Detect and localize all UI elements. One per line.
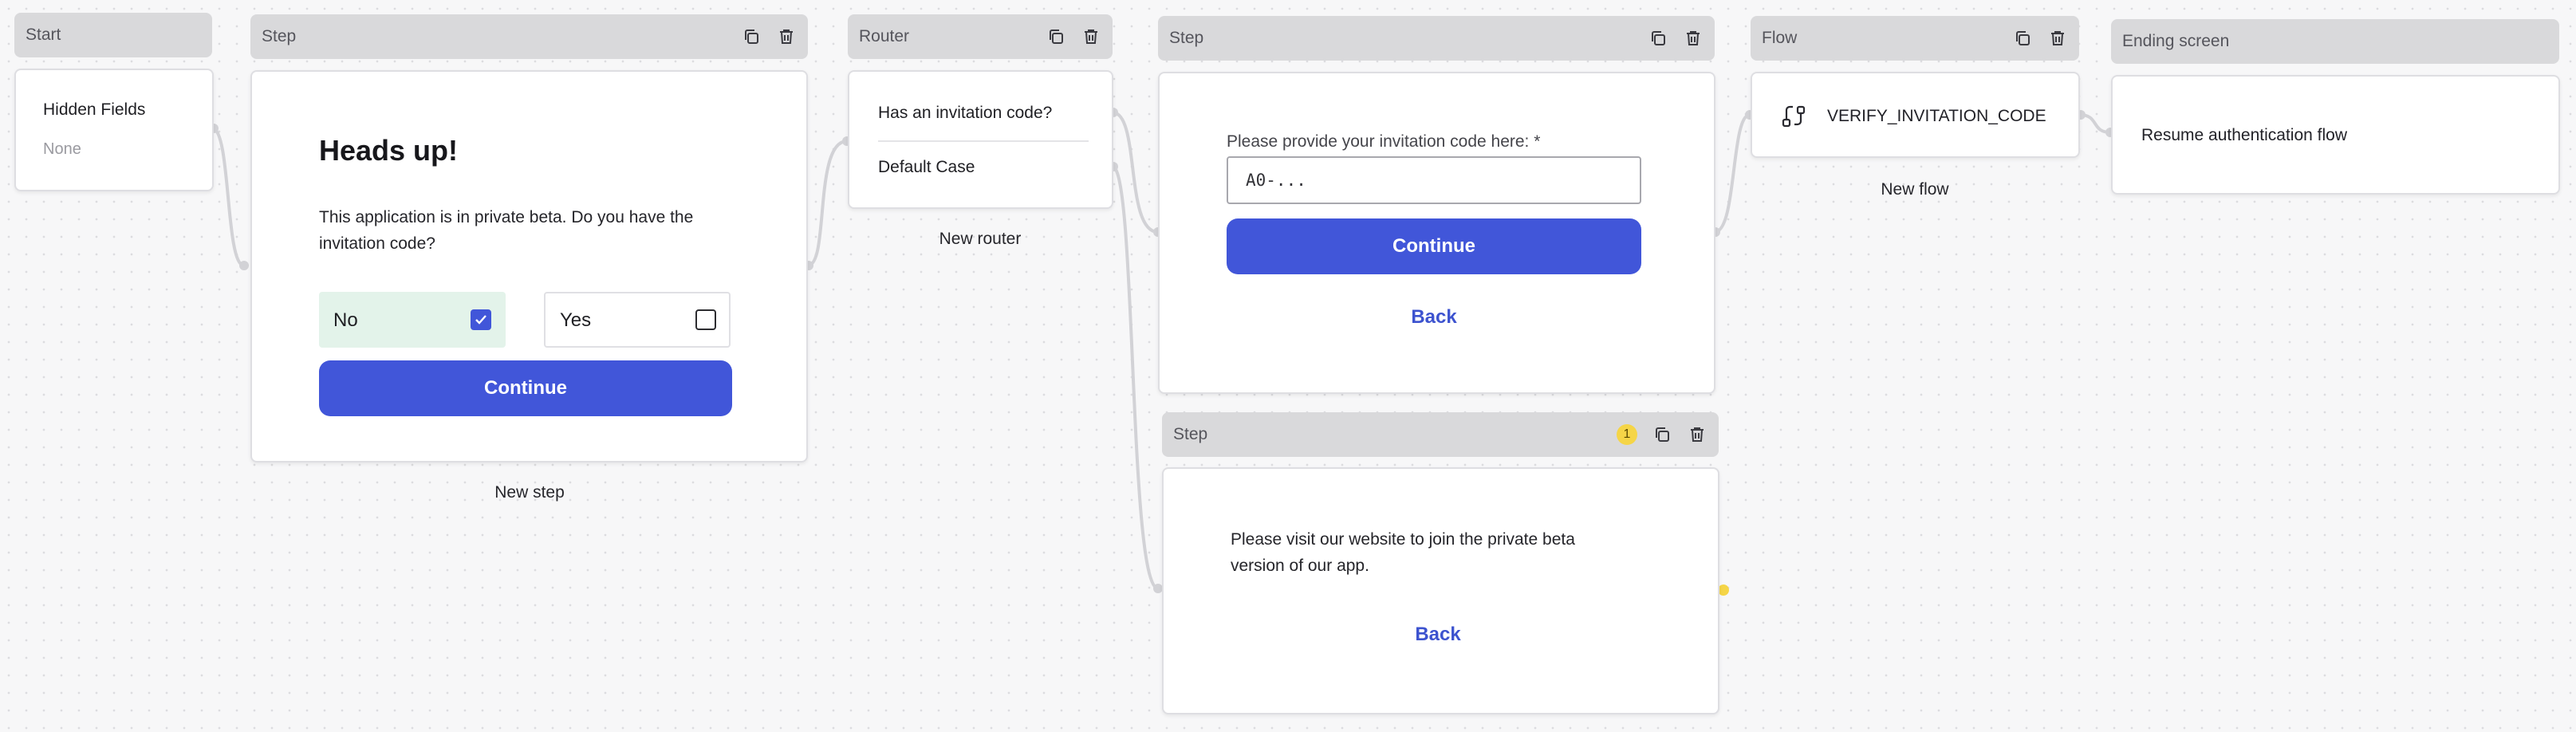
option-no-label: No [333,309,358,331]
step1-continue-button[interactable]: Continue [319,360,732,416]
step3-title: Step [1173,425,1208,443]
step2-header[interactable]: Step [1158,16,1715,61]
hidden-fields-value: None [43,140,81,158]
delete-icon[interactable] [1683,28,1704,49]
step3-body: Please visit our website to join the pri… [1231,530,1575,575]
checkmark-icon [475,315,486,325]
flow-name: VERIFY_INVITATION_CODE [1827,107,2046,125]
step2-title: Step [1169,29,1204,47]
invitation-code-label: Please provide your invitation code here… [1227,132,1541,151]
duplicate-icon[interactable] [741,26,762,47]
router-card[interactable]: Has an invitation code? Default Case [848,70,1113,209]
warning-badge[interactable]: 1 [1617,424,1637,445]
step1-card[interactable]: Heads up! This application is in private… [250,70,808,462]
flow-title: Flow [1762,29,1798,47]
step1-title: Step [262,27,297,45]
step1-header[interactable]: Step [250,14,808,59]
flow-caption: New flow [1881,180,1949,199]
step1-body: This application is in private beta. Do … [319,208,694,253]
delete-icon[interactable] [1081,26,1101,47]
start-node-header[interactable]: Start [14,13,212,57]
invitation-code-placeholder: A0-... [1246,171,1306,190]
option-no-checkbox-checked[interactable] [471,309,491,330]
step2-continue-button[interactable]: Continue [1227,218,1641,274]
step3-header[interactable]: Step 1 [1162,412,1719,457]
router-default-case[interactable]: Default Case [878,158,975,177]
step3-card[interactable]: Please visit our website to join the pri… [1162,467,1719,714]
flow-card[interactable]: VERIFY_INVITATION_CODE [1751,72,2080,158]
duplicate-icon[interactable] [1652,424,1672,445]
flow-icon [1781,104,1806,133]
ending-card[interactable]: Resume authentication flow [2111,75,2560,195]
duplicate-icon[interactable] [2012,28,2033,49]
option-yes[interactable]: Yes [544,292,731,348]
invitation-code-input[interactable]: A0-... [1227,156,1641,204]
option-yes-checkbox[interactable] [695,309,716,330]
start-node-card[interactable]: Hidden Fields None [14,69,214,191]
option-yes-label: Yes [560,309,592,331]
delete-icon[interactable] [1687,424,1707,445]
hidden-fields-label: Hidden Fields [43,100,146,119]
step2-card[interactable]: Please provide your invitation code here… [1158,72,1715,394]
delete-icon[interactable] [2047,28,2068,49]
router-divider [878,140,1089,142]
flow-header[interactable]: Flow [1751,16,2079,61]
ending-body: Resume authentication flow [2141,126,2347,144]
router-caption: New router [939,230,1022,248]
duplicate-icon[interactable] [1648,28,1668,49]
step1-heading: Heads up! [319,134,459,167]
router-title: Router [859,27,910,45]
step2-back-button[interactable]: Back [1227,306,1641,329]
step1-caption: New step [494,483,565,502]
option-no[interactable]: No [319,292,506,348]
step3-back-button[interactable]: Back [1231,624,1645,646]
ending-title: Ending screen [2122,32,2230,50]
start-node-title: Start [26,26,61,44]
router-condition[interactable]: Has an invitation code? [878,104,1052,123]
router-header[interactable]: Router [848,14,1113,59]
duplicate-icon[interactable] [1046,26,1066,47]
delete-icon[interactable] [776,26,797,47]
ending-header[interactable]: Ending screen [2111,19,2559,64]
